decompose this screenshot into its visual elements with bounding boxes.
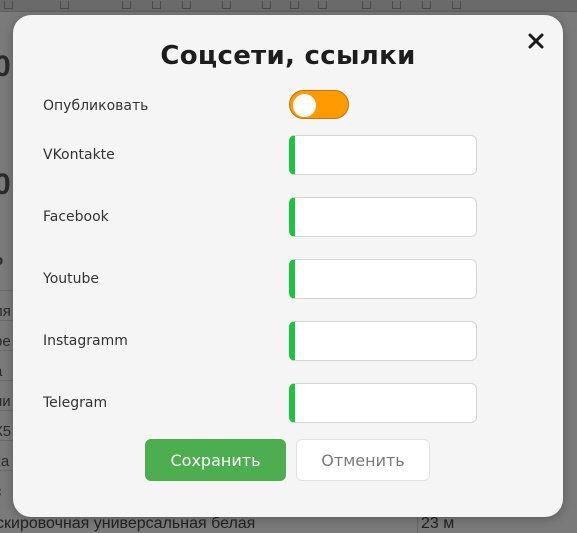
publish-label: Опубликовать [43,98,149,114]
telegram-label: Telegram [43,395,108,411]
toolbar-icon [392,1,401,9]
toolbar-icon [452,1,461,9]
toolbar-icon [182,1,191,9]
facebook-input[interactable] [289,197,477,237]
toolbar-icon [318,1,327,9]
background-text: ка [0,453,10,470]
toolbar-icon [262,1,271,9]
youtube-label: Youtube [43,271,99,287]
background-text: 0 [0,168,11,201]
toolbar-icon [152,1,161,9]
background-text: о [0,252,3,269]
toolbar-icon [4,1,13,9]
background-toolbar [0,0,577,12]
telegram-input[interactable] [289,383,477,423]
close-icon [528,33,544,49]
toolbar-icon [422,1,431,9]
cancel-button[interactable]: Отменить [296,439,430,481]
instagram-label: Instagramm [43,333,128,349]
background-row-name: скировочная универсальная белая [0,515,256,532]
background-text: ни [0,393,11,410]
publish-toggle[interactable] [289,90,349,119]
toolbar-icon [362,1,371,9]
facebook-label: Facebook [43,209,109,225]
background-text: ля [0,303,11,320]
vkontakte-input[interactable] [289,135,477,175]
youtube-input[interactable] [289,259,477,299]
close-button[interactable] [524,29,548,53]
background-row-value: 23 м [417,515,463,533]
background-text: с [0,483,2,500]
background-text: ре [0,333,11,350]
background-text: а [0,363,2,380]
background-text: К5 [0,423,12,440]
modal-title: Соцсети, ссылки [160,41,416,71]
toolbar-icon [290,1,299,9]
vkontakte-label: VKontakte [43,147,115,163]
toggle-knob [293,94,316,117]
toolbar-icon [60,1,69,9]
social-links-modal: Соцсети, ссылки Опубликовать VKontakte F… [13,15,563,517]
instagram-input[interactable] [289,321,477,361]
toolbar-icon [122,1,131,9]
save-button[interactable]: Сохранить [145,439,286,481]
toolbar-icon [222,1,231,9]
background-text: 0 [0,50,11,83]
